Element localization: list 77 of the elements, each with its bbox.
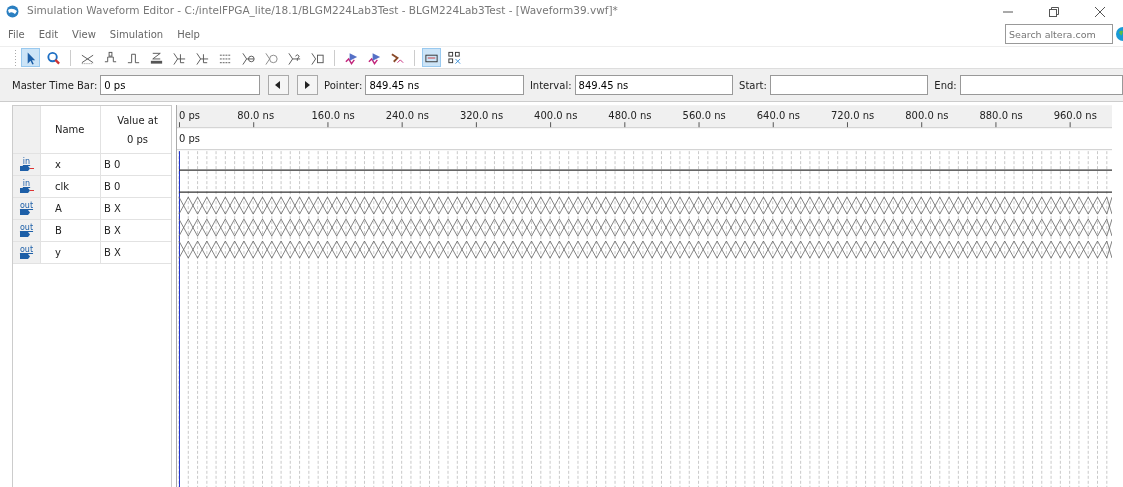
menu-item[interactable]: Help (177, 26, 200, 42)
tick-mark (253, 121, 255, 128)
left-arrow-icon (275, 81, 282, 89)
search-field[interactable]: Search altera.com (1005, 24, 1113, 44)
signal-value: B 0 (104, 158, 121, 172)
tick-mark (550, 121, 552, 128)
grid-icon (447, 49, 462, 66)
tick-mark (401, 121, 403, 128)
signal-name: B (55, 224, 62, 238)
input-field[interactable]: 849.45 ns (574, 75, 734, 95)
app-logo-icon (6, 4, 19, 18)
toolbar-button[interactable] (422, 48, 441, 67)
column-header: Value at (117, 113, 158, 128)
signal-value: B 0 (104, 180, 121, 194)
globe-icon (1116, 27, 1123, 41)
signal-name: x (55, 158, 61, 172)
tick-label: 880.0 ns (979, 110, 1023, 122)
menu-item[interactable]: File (8, 26, 25, 42)
tick-mark (847, 121, 848, 128)
grip-icon (14, 49, 17, 66)
close-icon (1095, 6, 1105, 17)
tick-mark (921, 121, 923, 128)
field-label: End: (934, 78, 957, 93)
pin-label: out (19, 246, 34, 254)
signal-name: clk (55, 180, 70, 194)
tick-mark (475, 121, 477, 128)
previous-button[interactable] (267, 75, 289, 95)
tick-mark (327, 121, 329, 128)
signal-value: B X (104, 246, 121, 260)
input-field[interactable] (769, 75, 929, 95)
signal-name: y (55, 246, 61, 260)
column-header: 0 ps (126, 132, 149, 147)
next-button[interactable] (296, 75, 319, 95)
tick-label: 0 ps (179, 110, 201, 122)
tick-label: 640.0 ns (756, 110, 800, 122)
tick-mark (179, 121, 180, 128)
input-field[interactable]: 849.45 ns (365, 75, 524, 95)
tick-mark (995, 121, 997, 128)
tick-mark (698, 121, 700, 128)
column-header: Name (55, 123, 85, 137)
pin-icon (18, 166, 35, 171)
restore-icon (1049, 6, 1059, 17)
field-label: Pointer: (324, 78, 363, 93)
pin-label: out (19, 202, 34, 210)
tick-label: 400.0 ns (534, 110, 578, 122)
pin-label: out (19, 224, 34, 232)
field-label: Start: (739, 78, 767, 93)
window-title: Simulation Waveform Editor - C:/intelFPGA_lite/18.1/BLGM224Lab3Test - BLGM224Lab3Test - [Waveform39.vwf]* (27, 3, 618, 19)
pin-label: in (22, 180, 31, 188)
tick-mark (772, 121, 774, 128)
pin-icon (18, 188, 35, 193)
tick-label: 720.0 ns (831, 110, 875, 122)
field-label: Interval: (529, 78, 572, 93)
input-field[interactable]: 0 ps (100, 75, 260, 95)
signal-name: A (55, 202, 62, 216)
menu-item[interactable]: Simulation (109, 26, 164, 42)
menu-item[interactable]: Edit (38, 26, 59, 42)
toolbar-button[interactable] (21, 48, 40, 67)
tick-label: 960.0 ns (1053, 110, 1097, 122)
signal-value: B X (104, 202, 121, 216)
tick-label: 560.0 ns (682, 110, 726, 122)
tick-label: 80.0 ns (237, 110, 275, 122)
right-arrow-icon (304, 81, 311, 89)
tick-label: 320.0 ns (459, 110, 504, 122)
zoom-icon (46, 49, 61, 66)
pin-label: in (22, 158, 31, 166)
tick-label: 160.0 ns (311, 110, 355, 122)
tick-label: 240.0 ns (385, 110, 429, 122)
signal-value: B X (104, 224, 121, 238)
menu-item[interactable]: View (72, 26, 96, 42)
tick-label: 800.0 ns (905, 110, 949, 122)
tick-mark (1069, 121, 1071, 128)
tick-label: 480.0 ns (608, 110, 652, 122)
tick-mark (624, 121, 626, 128)
field-label: Master Time Bar: (12, 78, 98, 93)
cursor-label: 0 ps (179, 133, 201, 145)
input-field[interactable] (959, 75, 1123, 95)
